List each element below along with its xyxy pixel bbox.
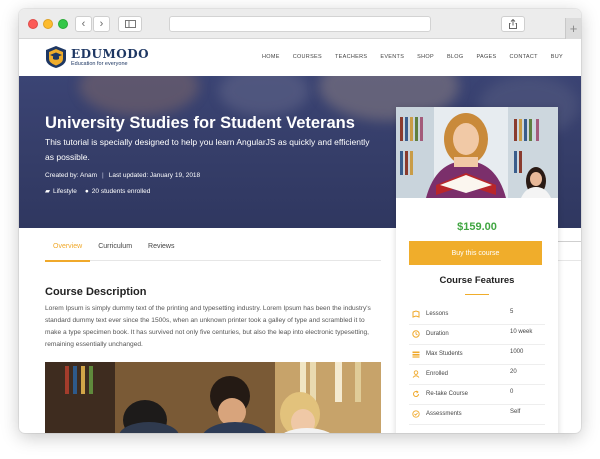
address-bar[interactable] <box>169 16 431 32</box>
feature-label: Assessments <box>426 411 462 417</box>
check-icon <box>412 410 420 418</box>
menu-item-pages[interactable]: PAGES <box>476 54 496 60</box>
main-menu: HOME COURSES TEACHERS EVENTS SHOP BLOG P… <box>262 54 563 60</box>
hero-background-shape <box>79 76 199 116</box>
instructor-photo <box>396 107 558 198</box>
menu-item-blog[interactable]: BLOG <box>447 54 463 60</box>
site-header: EDUMODO Education for everyone HOME COUR… <box>19 40 581 76</box>
lessons-icon <box>412 310 420 318</box>
menu-item-buy[interactable]: BUY <box>551 54 563 60</box>
description-title: Course Description <box>45 286 147 298</box>
feature-row-retake: Re-take Course 0 <box>409 385 545 405</box>
course-image <box>45 362 381 433</box>
menu-item-events[interactable]: EVENTS <box>380 54 404 60</box>
features-divider <box>465 294 489 295</box>
menu-item-teachers[interactable]: TEACHERS <box>335 54 367 60</box>
feature-row-duration: Duration 10 week <box>409 325 545 345</box>
feature-row-enrolled: Enrolled 20 <box>409 365 545 385</box>
course-tabs: Overview Curriculum Reviews <box>45 241 381 262</box>
buy-course-button[interactable]: Buy this course <box>409 241 542 265</box>
forward-button[interactable]: › <box>93 16 110 32</box>
feature-label: Re-take Course <box>426 391 469 397</box>
feature-value: Self <box>510 409 521 415</box>
share-button[interactable] <box>501 16 525 32</box>
new-tab-button[interactable]: + <box>565 18 581 39</box>
menu-item-courses[interactable]: COURSES <box>293 54 322 60</box>
minimize-window-button[interactable] <box>43 19 53 29</box>
feature-value: 10 week <box>510 329 533 335</box>
feature-label: Duration <box>426 331 449 337</box>
feature-value: 20 <box>510 369 517 375</box>
enrolled-tag: ● 20 students enrolled <box>85 188 150 195</box>
enrolled-label: 20 students enrolled <box>91 187 151 195</box>
description-body: Lorem Ipsum is simply dummy text of the … <box>45 305 371 348</box>
browser-toolbar: ‹ › + <box>19 9 581 261</box>
sidebar-toggle-button[interactable] <box>118 16 142 32</box>
course-price: $159.00 <box>457 221 497 233</box>
menu-item-home[interactable]: HOME <box>262 54 280 60</box>
zoom-window-button[interactable] <box>58 19 68 29</box>
feature-label: Lessons <box>426 311 449 317</box>
category-tag[interactable]: ▰ Lifestyle <box>45 187 77 195</box>
clock-icon <box>412 330 420 338</box>
share-icon <box>509 19 517 29</box>
created-by[interactable]: Created by: Anam <box>45 172 97 179</box>
category-label: Lifestyle <box>53 188 77 195</box>
chevron-right-icon: › <box>99 17 104 30</box>
close-window-button[interactable] <box>28 19 38 29</box>
meta-separator: | <box>102 172 104 179</box>
menu-item-contact[interactable]: CONTACT <box>510 54 538 60</box>
sidebar-icon <box>124 20 136 28</box>
feature-value: 5 <box>510 309 514 315</box>
browser-window: ‹ › + EDUMODO Education for everyone HOM… <box>19 9 581 433</box>
features-title: Course Features <box>439 275 515 286</box>
users-icon: ● <box>84 187 89 195</box>
feature-row-assessments: Assessments Self <box>409 405 545 425</box>
course-subtitle: This tutorial is specially designed to h… <box>45 137 370 162</box>
feature-value: 1000 <box>510 349 524 355</box>
hero-background-shape <box>219 76 309 116</box>
back-button[interactable]: ‹ <box>75 16 92 32</box>
folder-icon: ▰ <box>45 188 50 195</box>
tab-reviews[interactable]: Reviews <box>140 241 182 261</box>
course-title: University Studies for Student Veterans <box>45 114 355 132</box>
logo-tagline: Education for everyone <box>71 61 128 67</box>
user-icon <box>412 370 420 378</box>
students-icon <box>412 350 420 358</box>
tab-overview[interactable]: Overview <box>45 241 91 262</box>
course-meta: Created by: Anam | Last updated: January… <box>45 172 200 179</box>
course-tags: ▰ Lifestyle ● 20 students enrolled <box>45 187 150 196</box>
retake-icon <box>412 390 420 398</box>
feature-row-lessons: Lessons 5 <box>409 305 545 325</box>
students-photo <box>45 362 381 433</box>
logo-name[interactable]: EDUMODO <box>71 47 149 61</box>
plus-icon: + <box>569 21 578 36</box>
feature-row-max-students: Max Students 1000 <box>409 345 545 365</box>
feature-value: 0 <box>510 389 514 395</box>
logo-icon <box>46 46 66 68</box>
feature-label: Enrolled <box>426 371 449 377</box>
course-sidebar-card: $159.00 Buy this course Course Features … <box>396 107 558 433</box>
last-updated: Last updated: January 19, 2018 <box>108 172 201 179</box>
chevron-left-icon: ‹ <box>81 17 86 30</box>
menu-item-shop[interactable]: SHOP <box>417 54 434 60</box>
tab-curriculum[interactable]: Curriculum <box>90 241 140 261</box>
feature-label: Max Students <box>426 351 463 357</box>
student-reading-photo <box>396 107 558 198</box>
